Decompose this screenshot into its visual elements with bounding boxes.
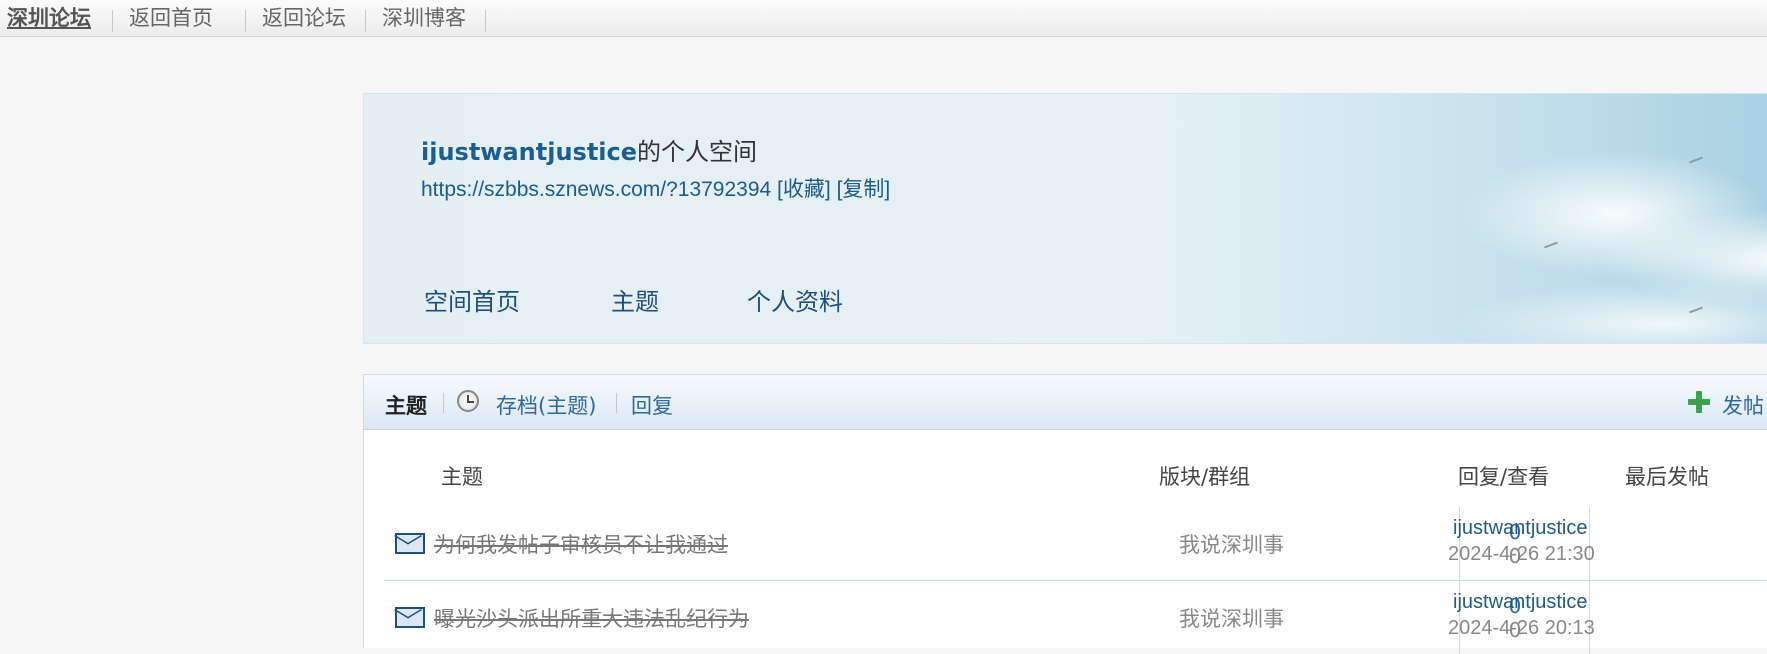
nav-separator [365, 10, 366, 32]
envelope-icon [395, 533, 425, 554]
thread-subject[interactable]: 为何我发帖子审核员不让我通过 [434, 529, 728, 559]
nav-link-back-forum[interactable]: 返回论坛 [262, 2, 346, 32]
nav-separator [112, 10, 113, 32]
envelope-icon [395, 607, 425, 628]
nav-link-shenzhen-blog[interactable]: 深圳博客 [382, 2, 466, 32]
nav-link-back-home[interactable]: 返回首页 [129, 2, 213, 32]
column-header-stats: 回复/查看 [1458, 465, 1550, 489]
bird-decoration [1544, 241, 1558, 249]
space-nav-profile[interactable]: 个人资料 [747, 282, 843, 317]
new-post-button[interactable]: 发帖 [1722, 390, 1764, 420]
threads-tab-bar: 主题 存档(主题) 回复 发帖 [364, 375, 1767, 430]
column-header-subject: 主题 [441, 465, 483, 489]
space-url[interactable]: https://szbbs.sznews.com/?13792394 [421, 178, 771, 201]
space-header-banner: ijustwantjustice的个人空间 https://szbbs.szne… [363, 93, 1767, 344]
space-title: ijustwantjustice的个人空间 [421, 132, 757, 167]
last-post-time[interactable]: 2024-4-26 20:13 [1448, 617, 1595, 640]
nav-separator [245, 10, 246, 32]
plus-icon[interactable] [1688, 391, 1710, 413]
space-title-suffix: 的个人空间 [637, 138, 758, 166]
thread-forum[interactable]: 我说深圳事 [1179, 603, 1284, 633]
tab-archive[interactable]: 存档(主题) [496, 390, 596, 420]
tab-replies[interactable]: 回复 [631, 390, 673, 420]
last-poster-link[interactable]: ijustwantjustice [1453, 517, 1588, 540]
tab-divider [443, 393, 444, 413]
last-poster-link[interactable]: ijustwantjustice [1453, 591, 1588, 614]
nav-link-shenzhen-forum[interactable]: 深圳论坛 [7, 2, 91, 32]
tab-topics[interactable]: 主题 [385, 390, 427, 420]
nav-separator [485, 10, 486, 32]
tab-divider [616, 393, 617, 413]
last-post-time[interactable]: 2024-4-26 21:30 [1448, 543, 1595, 566]
column-header-last-post: 最后发帖 [1625, 465, 1709, 489]
bird-decoration [1689, 306, 1703, 314]
space-nav-home[interactable]: 空间首页 [424, 282, 520, 317]
clock-icon [457, 390, 479, 412]
threads-panel: 主题 存档(主题) 回复 发帖 主题 版块/群组 回复/查看 最后发帖 为何我发… [363, 374, 1767, 654]
bookmark-link[interactable]: [收藏] [777, 178, 831, 201]
thread-subject[interactable]: 曝光沙头派出所重大违法乱纪行为 [434, 603, 749, 633]
space-nav-topics[interactable]: 主题 [611, 282, 659, 317]
space-username[interactable]: ijustwantjustice [421, 138, 637, 166]
space-url-line: https://szbbs.sznews.com/?13792394 [收藏] … [421, 173, 890, 203]
thread-forum[interactable]: 我说深圳事 [1179, 529, 1284, 559]
top-nav-bar: 深圳论坛 返回首页 返回论坛 深圳博客 [0, 0, 1767, 37]
bird-decoration [1689, 156, 1703, 164]
copy-link[interactable]: [复制] [837, 178, 891, 201]
column-header-forum: 版块/群组 [1159, 465, 1251, 489]
thread-row: 为何我发帖子审核员不让我通过 我说深圳事 0 0 ijustwantjustic… [384, 507, 1767, 581]
thread-row: 曝光沙头派出所重大违法乱纪行为 我说深圳事 0 0 ijustwantjusti… [384, 581, 1767, 654]
